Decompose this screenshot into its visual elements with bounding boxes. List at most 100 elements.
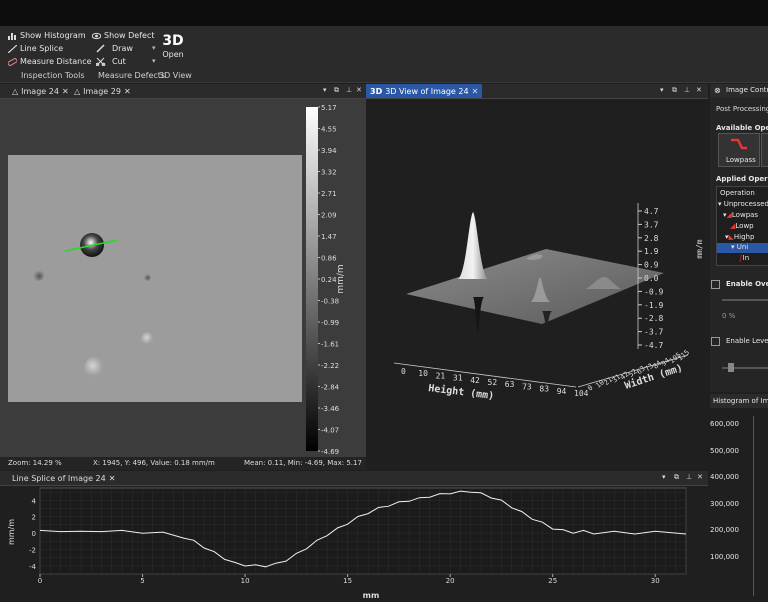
x-tick-label: 10	[418, 369, 428, 378]
colorbar-tick-label: 2.09	[321, 212, 337, 220]
colorbar-tick-label: -2.22	[321, 362, 339, 370]
colorbar-tick-label: 0.86	[321, 255, 337, 263]
line-splice-label: Line Splice	[20, 44, 64, 53]
enable-overlay-checkbox[interactable]	[711, 280, 720, 289]
x-tick-label: 83	[539, 385, 549, 394]
operations-tree[interactable]: Operation ▾ Unprocessed ▾◢Lowpas ◢Lowp ▾…	[716, 186, 768, 266]
overlay-percent: 0 %	[722, 312, 736, 320]
draw-button[interactable]: Draw	[96, 44, 133, 53]
tree-item-label: Lowp	[735, 222, 754, 230]
close-icon[interactable]: ✕	[124, 87, 131, 96]
lowpass-filter-icon	[731, 138, 747, 150]
z-tick-label: -4.7	[644, 341, 663, 350]
colorbar-tick-label: 4.55	[321, 126, 337, 134]
x-tick-label: 94	[557, 387, 567, 396]
tab-line-splice[interactable]: Line Splice of Image 24 ✕	[8, 471, 119, 485]
show-histogram-button[interactable]: Show Histogram	[8, 31, 86, 40]
tree-item-label: Unprocessed	[723, 200, 768, 208]
tree-item-highpass[interactable]: ▾◣Highp	[725, 233, 754, 241]
x-tick-label: 31	[453, 374, 463, 383]
tree-item-lowpass-child[interactable]: ◢Lowp	[730, 222, 754, 230]
z-tick-label: 3.7	[644, 220, 659, 229]
colorbar-tick-label: 3.32	[321, 169, 337, 177]
image-controls-tab[interactable]: ⊗ Image Contro	[710, 84, 768, 98]
available-ops-heading: Available Opera	[716, 124, 768, 132]
tab-image-29[interactable]: △ Image 29 ✕	[70, 84, 135, 98]
dropdown-icon[interactable]: ▾	[660, 86, 664, 94]
measure-distance-button[interactable]: Measure Distance	[8, 57, 92, 66]
float-icon[interactable]: ⧉	[334, 86, 339, 95]
3d-view-tab-bar: 3D 3D View of Image 24 ✕ ▾ ⧉ ⊥ ✕	[366, 84, 708, 99]
dropdown-icon[interactable]: ▾	[323, 86, 327, 94]
tree-item-lowpass[interactable]: ▾◢Lowpas	[723, 211, 758, 219]
line-splice-chart[interactable]: mm/m mm 4 2 0 -2 -4 0 5 10 15 20 25 30	[0, 486, 708, 600]
x-tick-label: 0	[401, 367, 406, 376]
close-icon[interactable]: ✕	[472, 87, 479, 96]
tab-label: Image Contro	[726, 86, 768, 94]
tab-image-24[interactable]: △ Image 24 ✕	[8, 84, 73, 98]
pin-icon[interactable]: ⊥	[346, 86, 352, 94]
tree-item-in[interactable]: ∫In	[739, 254, 749, 262]
tab-3d-view[interactable]: 3D 3D View of Image 24 ✕	[366, 84, 483, 98]
3d-surface-plot[interactable]: 4.7 3.7 2.8 1.9 0.9 0.0 -0.9 -1.9 -2.8 -3.7 -4.7 0…	[366, 99, 708, 470]
colorbar-tick-label: -2.84	[321, 384, 340, 392]
close-icon[interactable]: ✕	[356, 86, 362, 94]
float-icon[interactable]: ⧉	[672, 86, 677, 95]
image-tabs-bar: △ Image 24 ✕ △ Image 29 ✕ ▾ ⧉ ⊥ ✕	[0, 84, 366, 99]
level-slider-handle[interactable]	[728, 363, 734, 372]
z-tick-label: -3.7	[644, 328, 663, 337]
cut-button[interactable]: Cut	[96, 57, 126, 66]
operation-column-header: Operation	[720, 189, 755, 197]
image-viewer[interactable]: mm/m 5.17 4.55 3.94 3.32 2.71 2.09 1.47 0.86 0.2…	[0, 99, 366, 457]
pin-icon[interactable]: ⊥	[684, 86, 690, 94]
close-icon[interactable]: ✕	[696, 86, 702, 94]
enable-level-label: Enable Level	[726, 337, 768, 345]
height-map-image[interactable]: mm/m 5.17 4.55 3.94 3.32 2.71 2.09 1.47 0.86 0.2…	[0, 99, 366, 457]
3d-view-pane[interactable]: 4.7 3.7 2.8 1.9 0.9 0.0 -0.9 -1.9 -2.8 -3.7 -4.7 0…	[366, 99, 708, 470]
close-icon[interactable]: ✕	[109, 474, 116, 483]
chevron-down-icon: ▾	[731, 243, 735, 251]
z-tick-label: -0.9	[644, 287, 663, 296]
image-controls-panel: ⊗ Image Contro Post Processing Available…	[710, 84, 768, 392]
operation-button[interactable]	[761, 133, 768, 167]
close-icon[interactable]: ✕	[62, 87, 69, 96]
inspection-tools-group-label: Inspection Tools	[21, 71, 85, 80]
line-splice-svg[interactable]: mm/m mm 420-2-40 5 10 15 20 25 30	[0, 486, 708, 600]
y-tick-label: 0	[32, 530, 36, 538]
draw-dropdown-arrow-icon[interactable]: ▾	[152, 44, 156, 52]
z-tick-label: 4.7	[644, 207, 659, 216]
histogram-y-tick-label: 400,000	[710, 473, 739, 481]
colorbar-tick-label: 1.47	[321, 233, 337, 241]
pin-icon[interactable]: ⊥	[686, 473, 692, 481]
open-3d-label: Open	[162, 50, 184, 59]
x-tick-label: 0	[38, 577, 42, 585]
close-icon[interactable]: ✕	[697, 473, 703, 481]
colorbar	[306, 107, 318, 451]
lowpass-label: Lowpass	[726, 156, 756, 164]
y-tick-label: 2	[32, 514, 36, 522]
pencil-icon	[96, 44, 105, 53]
defect-bump	[141, 332, 155, 346]
x-tick-label: 25	[548, 577, 557, 585]
3d-icon: 3D	[162, 33, 184, 49]
histogram-icon	[8, 32, 16, 40]
line-splice-icon	[8, 44, 17, 53]
dropdown-icon[interactable]: ▾	[662, 473, 666, 481]
x-tick-label: 52	[488, 378, 498, 387]
histogram-y-tick-label: 100,000	[710, 552, 739, 561]
tab-label: Image 29	[83, 86, 121, 96]
histogram-tab[interactable]: Histogram of Imag	[710, 394, 768, 408]
lowpass-button[interactable]: Lowpass	[718, 133, 760, 167]
float-icon[interactable]: ⧉	[674, 473, 679, 482]
overlay-slider-track[interactable]	[722, 299, 768, 301]
ruler-icon	[8, 57, 17, 66]
show-defect-button[interactable]: Show Defect	[92, 31, 154, 40]
enable-level-checkbox[interactable]	[711, 337, 720, 346]
eye-icon	[92, 32, 101, 39]
tree-item-unprocessed[interactable]: ▾ Unprocessed	[718, 200, 768, 208]
defect-bump	[84, 357, 106, 379]
line-splice-button[interactable]: Line Splice	[8, 44, 63, 53]
cut-dropdown-arrow-icon[interactable]: ▾	[152, 57, 156, 65]
tree-item-selected[interactable]: ▾ Uni	[717, 243, 768, 253]
open-3d-button[interactable]: 3D Open	[160, 33, 186, 59]
